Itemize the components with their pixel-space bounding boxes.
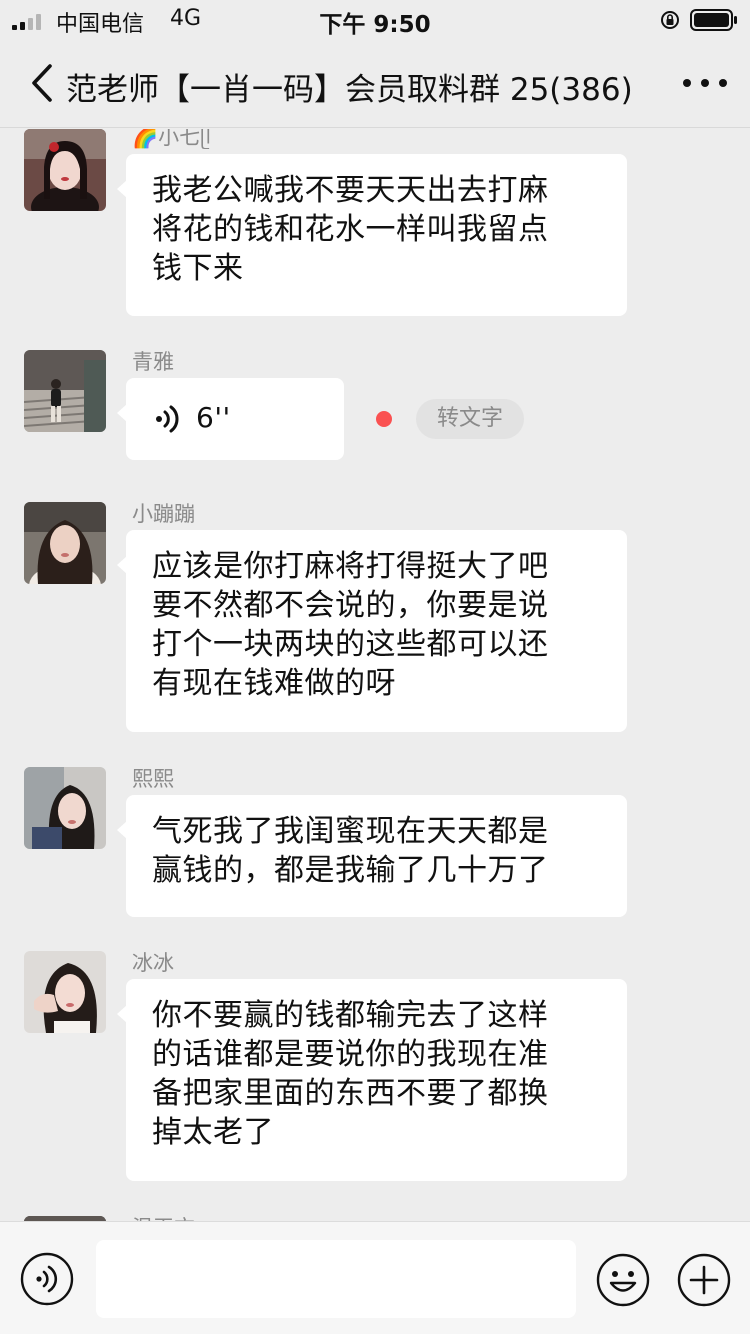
rotation-lock-icon xyxy=(661,11,679,29)
voice-toggle-icon[interactable] xyxy=(20,1252,74,1306)
message-text: 我老公喊我不要天天出去打麻 将花的钱和花水一样叫我留点 钱下来 xyxy=(152,173,549,286)
emoji-icon[interactable] xyxy=(595,1252,651,1308)
sender-name: 冰冰 xyxy=(132,951,174,975)
sender-name: 青雅 xyxy=(132,350,174,374)
sender-name: 小蹦蹦 xyxy=(132,502,195,526)
message-input[interactable] xyxy=(96,1240,576,1318)
battery-icon xyxy=(690,9,737,31)
more-icon[interactable] xyxy=(678,72,732,94)
message-bubble[interactable]: 应该是你打麻将打得挺大了吧 要不然都不会说的，你要是说 打个一块两块的这些都可以… xyxy=(117,530,627,732)
avatar[interactable] xyxy=(24,129,106,211)
message-text: 应该是你打麻将打得挺大了吧 要不然都不会说的，你要是说 打个一块两块的这些都可以… xyxy=(152,549,549,701)
message-bubble[interactable]: 你不要赢的钱都输完去了这样 的话谁都是要说你的我现在准 备把家里面的东西不要了都… xyxy=(117,979,627,1181)
message-text: 气死我了我闺蜜现在天天都是 赢钱的，都是我输了几十万了 xyxy=(152,814,549,888)
unread-dot xyxy=(376,411,392,427)
input-bar xyxy=(0,1221,750,1334)
message-list[interactable]: 🌈小七ᥫ 我老公喊我不要天天出去打麻 将花的钱和花水一样叫我留点 钱下来 青雅 xyxy=(0,129,750,1221)
plus-icon[interactable] xyxy=(676,1252,732,1308)
sender-name: 熙熙 xyxy=(132,767,174,791)
chat-title: 范老师【一肖一码】会员取料群 25(386) xyxy=(66,72,633,108)
avatar[interactable] xyxy=(24,951,106,1033)
voice-message-bubble[interactable]: 6'' xyxy=(117,378,344,460)
voice-wave-icon xyxy=(156,405,179,433)
message-bubble[interactable]: 我老公喊我不要天天出去打麻 将花的钱和花水一样叫我留点 钱下来 xyxy=(117,154,627,316)
sender-name: 温玉衣 xyxy=(132,1212,195,1221)
message-bubble[interactable]: 气死我了我闺蜜现在天天都是 赢钱的，都是我输了几十万了 xyxy=(117,795,627,917)
status-bar: 中国电信 4G 下午 9:50 xyxy=(0,0,750,40)
avatar[interactable] xyxy=(24,350,106,432)
sender-name: 🌈小七ᥫ xyxy=(132,129,211,149)
transcribe-button[interactable]: 转文字 xyxy=(416,399,524,439)
back-icon[interactable] xyxy=(28,62,56,104)
message-text: 你不要赢的钱都输完去了这样 的话谁都是要说你的我现在准 备把家里面的东西不要了都… xyxy=(152,998,549,1150)
avatar[interactable] xyxy=(24,767,106,849)
voice-duration: 6'' xyxy=(196,401,231,434)
chat-header: 范老师【一肖一码】会员取料群 25(386) xyxy=(0,40,750,128)
avatar[interactable] xyxy=(24,502,106,584)
status-time: 下午 9:50 xyxy=(319,12,431,38)
